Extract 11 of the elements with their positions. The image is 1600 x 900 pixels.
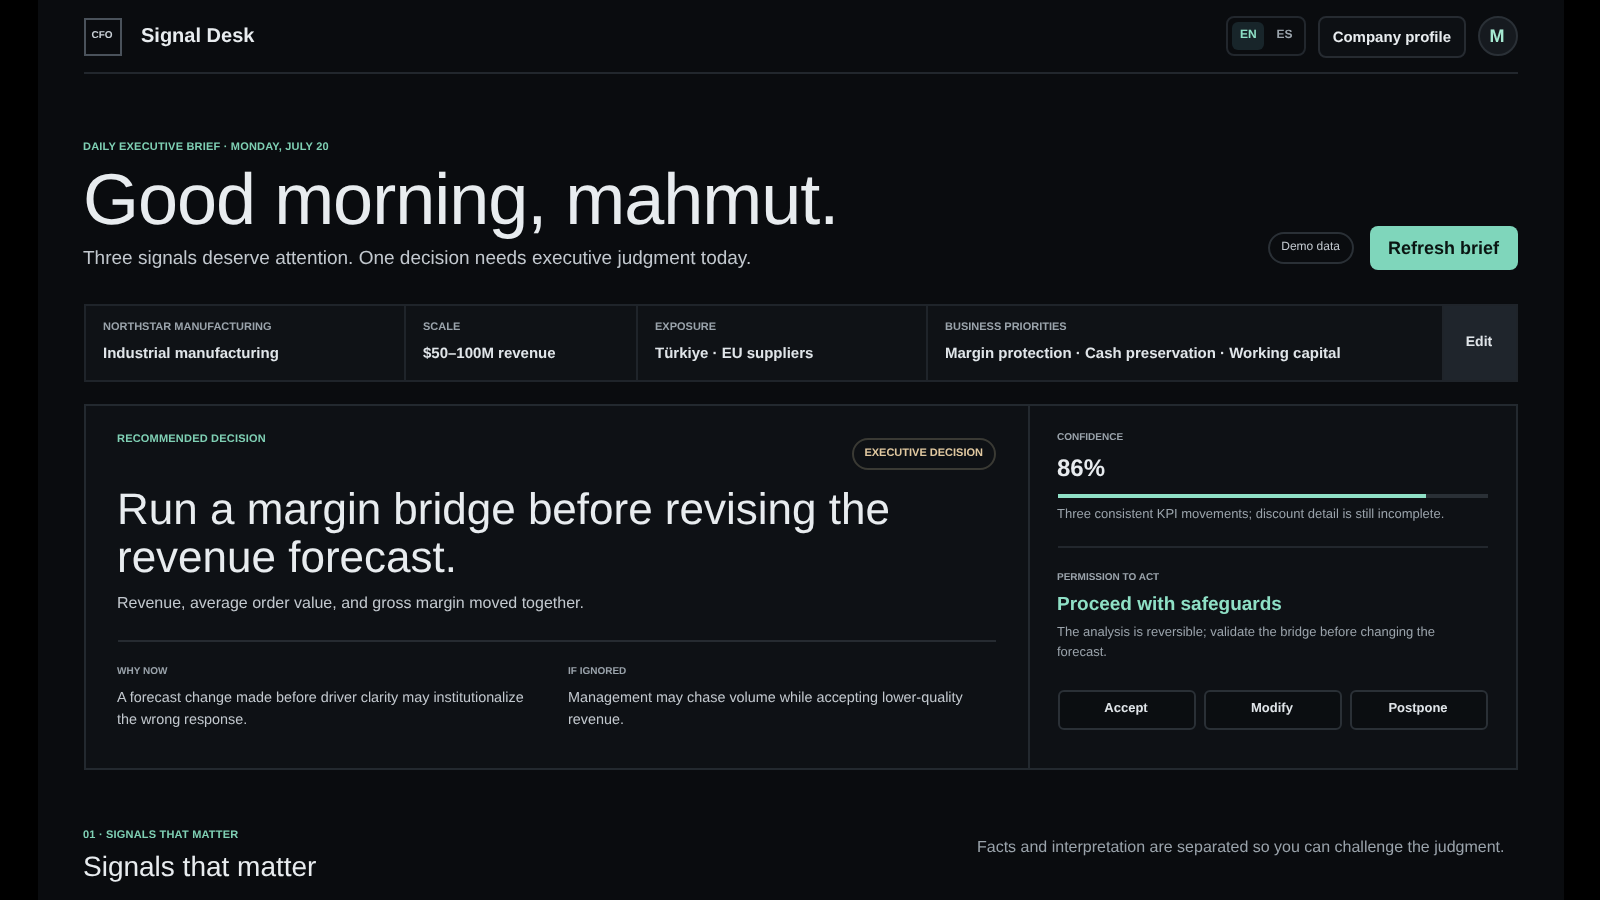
refresh-brief-button[interactable]: Refresh brief xyxy=(1369,225,1517,270)
avatar-button[interactable]: M xyxy=(1477,16,1517,56)
app-title: Signal Desk xyxy=(141,25,255,47)
greeting-heading: Good morning, mahmut. xyxy=(83,160,839,240)
confidence-value: 86% xyxy=(1057,453,1108,482)
section-note: Facts and interpretation are separated so you can challenge the judgment. xyxy=(977,835,1507,860)
brief-subtitle: Three signals deserve attention. One decision needs executive judgment today. xyxy=(83,247,754,270)
permission-value: Proceed with safeguards xyxy=(1057,593,1284,616)
decision-summary: Revenue, average order value, and gross margin moved together. xyxy=(117,593,586,612)
decision-headline: Run a margin bridge before revising the revenue forecast. xyxy=(117,485,892,582)
section-title: Signals that matter xyxy=(83,849,317,882)
